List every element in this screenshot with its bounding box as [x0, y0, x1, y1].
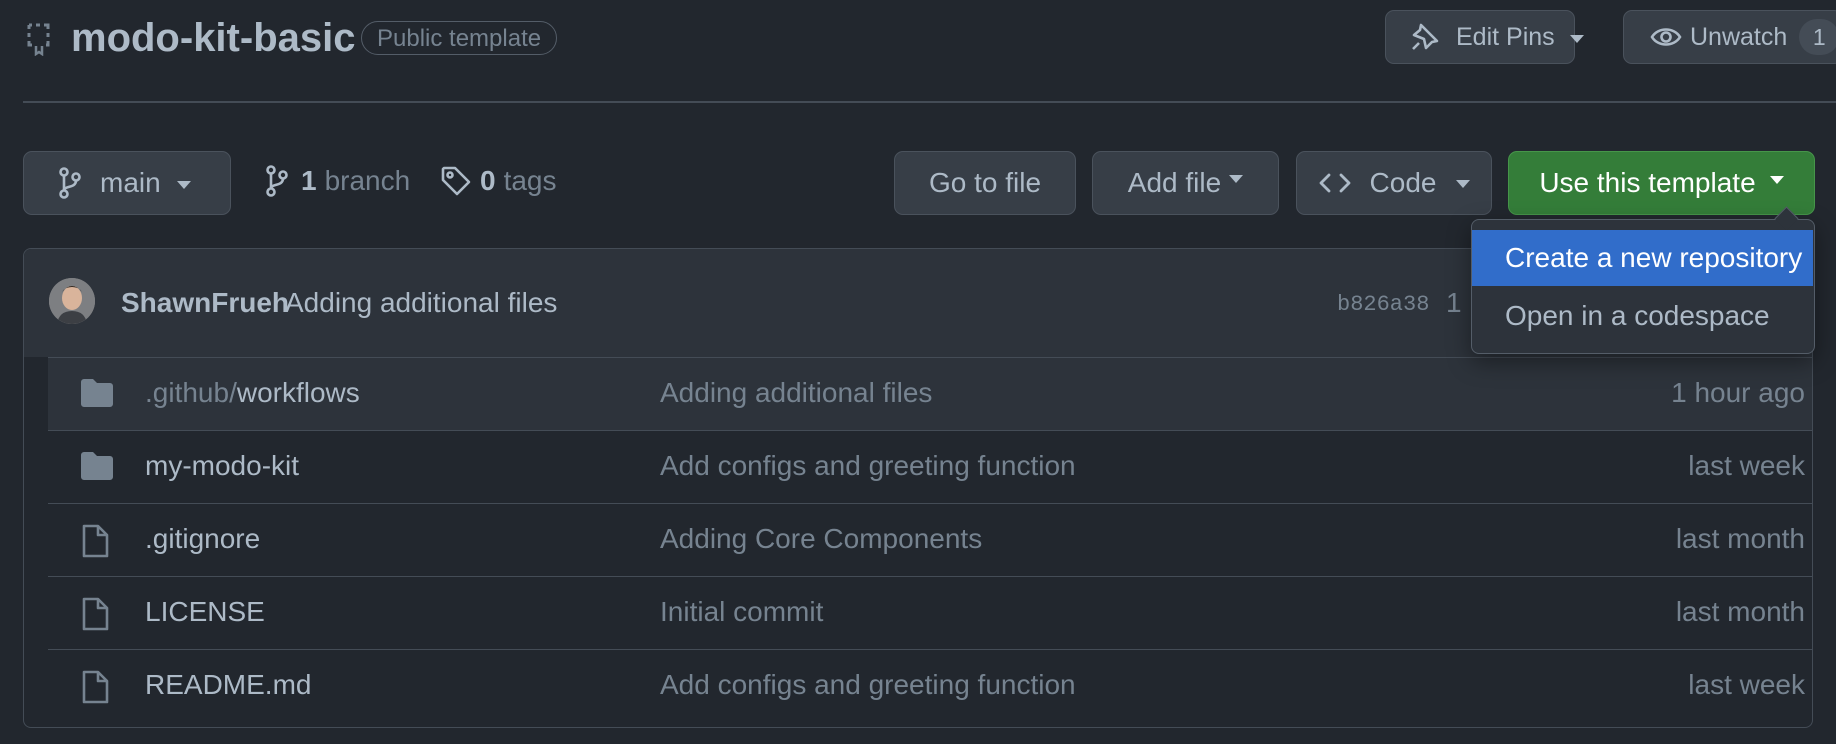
avatar[interactable] — [49, 278, 95, 324]
tag-icon — [440, 165, 472, 197]
file-name[interactable]: README.md — [145, 669, 311, 701]
go-to-file-button[interactable]: Go to file — [894, 151, 1076, 215]
git-branch-icon — [265, 165, 289, 197]
chevron-down-icon — [1456, 180, 1471, 188]
file-name[interactable]: .gitignore — [145, 523, 260, 555]
edit-pins-label: Edit Pins — [1456, 22, 1555, 51]
edit-pins-button[interactable]: Edit Pins — [1385, 10, 1584, 64]
use-template-button[interactable]: Use this template — [1508, 151, 1815, 215]
eye-icon — [1650, 25, 1682, 49]
watch-count-badge: 1 — [1799, 19, 1836, 55]
path-name: workflows — [236, 377, 360, 408]
path-prefix: .github/ — [145, 377, 237, 408]
folder-icon — [80, 451, 114, 481]
table-row[interactable]: .github/workflows Adding additional file… — [48, 357, 1812, 430]
file-age: last week — [1688, 669, 1805, 700]
git-branch-icon — [58, 167, 82, 199]
branch-count: 1 — [301, 165, 317, 196]
chevron-down-icon — [1569, 35, 1584, 43]
table-row[interactable]: my-modo-kit Add configs and greeting fun… — [48, 430, 1812, 503]
file-age: last week — [1688, 450, 1805, 481]
file-commit-message[interactable]: Initial commit — [660, 596, 823, 628]
tag-label: tags — [503, 165, 557, 196]
file-commit-message[interactable]: Adding additional files — [660, 377, 932, 409]
template-menu: Create a new repository Open in a codesp… — [1471, 206, 1815, 354]
tags-link[interactable]: 0 tags — [440, 165, 557, 197]
menu-item-open-codespace[interactable]: Open in a codespace — [1472, 288, 1813, 344]
file-name[interactable]: my-modo-kit — [145, 450, 299, 482]
unwatch-button[interactable]: Unwatch 1 — [1623, 10, 1836, 64]
file-icon — [80, 597, 110, 631]
table-row[interactable]: .gitignore Adding Core Components last m… — [48, 503, 1812, 576]
file-age: 1 hour ago — [1671, 377, 1805, 408]
branch-selector[interactable]: main — [23, 151, 231, 215]
branch-label: branch — [324, 165, 411, 196]
code-icon — [1318, 172, 1352, 194]
commit-message[interactable]: Adding additional files — [285, 287, 557, 319]
table-row[interactable]: LICENSE Initial commit last month — [48, 576, 1812, 649]
use-template-label: Use this template — [1539, 167, 1756, 198]
commit-extra: 1 — [1446, 287, 1462, 318]
chevron-down-icon — [176, 181, 191, 189]
tag-count: 0 — [480, 165, 496, 196]
chevron-down-icon — [1769, 176, 1784, 184]
file-commit-message[interactable]: Add configs and greeting function — [660, 450, 1076, 482]
chevron-down-icon — [1229, 175, 1244, 183]
commit-sha[interactable]: b826a38 — [1337, 292, 1429, 317]
header-divider — [23, 101, 1836, 103]
file-age: last month — [1675, 596, 1805, 627]
code-label: Code — [1369, 167, 1437, 198]
add-file-label: Add file — [1127, 167, 1222, 198]
branches-link[interactable]: 1 branch — [265, 165, 410, 197]
commit-author[interactable]: ShawnFrueh — [121, 287, 289, 319]
file-age: last month — [1675, 523, 1805, 554]
visibility-badge: Public template — [361, 21, 558, 55]
branch-name: main — [100, 167, 161, 198]
repo-name[interactable]: modo-kit-basic — [71, 16, 355, 61]
file-icon — [80, 670, 110, 704]
file-commit-message[interactable]: Add configs and greeting function — [660, 669, 1076, 701]
file-commit-message[interactable]: Adding Core Components — [660, 523, 982, 555]
folder-icon — [80, 378, 114, 408]
unwatch-label: Unwatch — [1690, 22, 1788, 51]
file-icon — [80, 524, 110, 558]
menu-item-create-repository[interactable]: Create a new repository — [1472, 230, 1813, 286]
pin-icon — [1410, 22, 1440, 52]
go-to-file-label: Go to file — [928, 167, 1042, 198]
file-name[interactable]: LICENSE — [145, 596, 265, 628]
table-row[interactable]: README.md Add configs and greeting funct… — [48, 649, 1812, 722]
repo-template-icon — [26, 22, 52, 56]
code-button[interactable]: Code — [1296, 151, 1492, 215]
file-name[interactable]: .github/workflows — [145, 377, 360, 409]
add-file-button[interactable]: Add file — [1092, 151, 1279, 215]
